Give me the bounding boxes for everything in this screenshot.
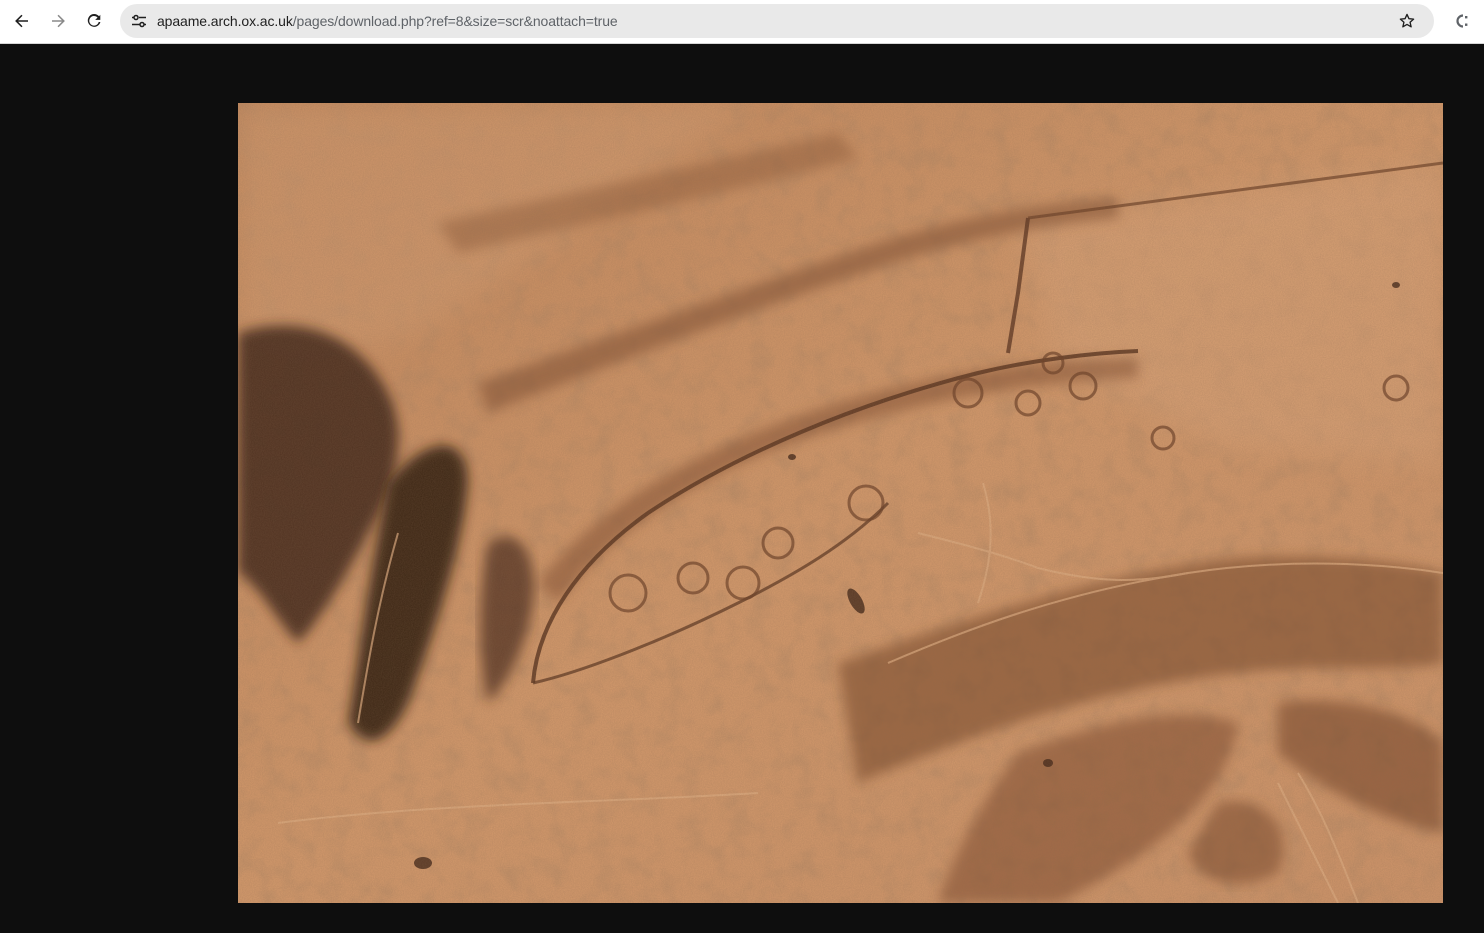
site-info-button[interactable] xyxy=(124,6,154,36)
reload-button[interactable] xyxy=(79,6,109,36)
extension-icon xyxy=(1456,14,1468,28)
arrow-left-icon xyxy=(15,14,28,28)
address-bar[interactable]: apaame.arch.ox.ac.uk/pages/download.php?… xyxy=(120,4,1434,38)
url-text[interactable]: apaame.arch.ox.ac.uk/pages/download.php?… xyxy=(157,4,618,38)
bookmark-button[interactable] xyxy=(1394,8,1420,34)
reload-icon xyxy=(87,14,101,27)
image-viewport xyxy=(0,45,1484,933)
browser-toolbar: apaame.arch.ox.ac.uk/pages/download.php?… xyxy=(0,0,1484,44)
url-path: /pages/download.php?ref=8&size=scr&noatt… xyxy=(292,13,618,29)
tune-icon xyxy=(132,14,146,28)
url-host: apaame.arch.ox.ac.uk xyxy=(157,13,293,29)
star-icon xyxy=(1399,13,1415,28)
arrow-right-icon xyxy=(52,14,65,28)
forward-button[interactable] xyxy=(43,6,73,36)
aerial-photograph[interactable] xyxy=(238,103,1443,903)
back-button[interactable] xyxy=(7,6,37,36)
extension-button[interactable] xyxy=(1448,8,1474,34)
